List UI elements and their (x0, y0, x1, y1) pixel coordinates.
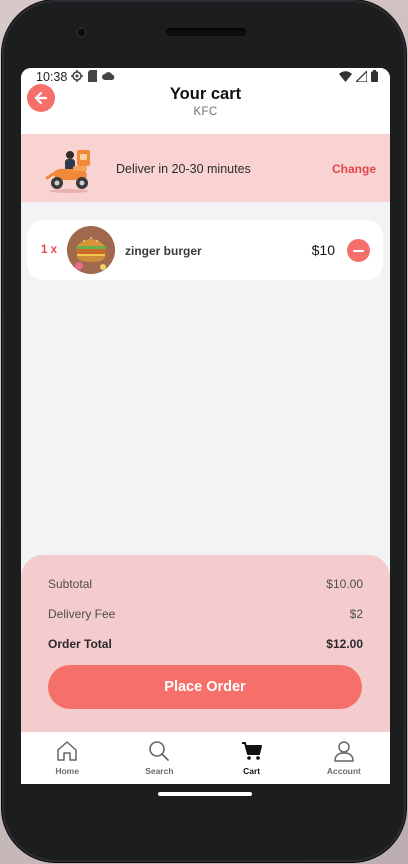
delivery-fee-label: Delivery Fee (48, 607, 116, 621)
change-delivery-link[interactable]: Change (332, 162, 376, 176)
status-icons-left (71, 70, 115, 82)
restaurant-name: KFC (193, 106, 218, 118)
status-bar: 10:38 (21, 68, 390, 84)
delivery-banner: Deliver in 20-30 minutes Change (21, 134, 390, 202)
account-icon (334, 741, 354, 762)
nav-item-home[interactable]: Home (21, 732, 113, 784)
nav-label-search: Search (145, 766, 174, 776)
home-icon (57, 741, 77, 761)
bottom-nav: Home Search Cart Account (21, 732, 390, 784)
delivery-time-text: Deliver in 20-30 minutes (116, 162, 251, 176)
cart-icon (241, 742, 262, 760)
status-time: 10:38 (36, 70, 68, 84)
item-quantity: 1 x (41, 244, 57, 256)
order-total-value: $12.00 (326, 637, 363, 651)
cloud-icon (102, 72, 115, 80)
nav-label-account: Account (326, 766, 361, 776)
subtotal-row: Subtotal $10.00 (48, 577, 363, 591)
item-price: $10 (311, 242, 335, 258)
place-order-button[interactable]: Place Order (48, 665, 362, 709)
earpiece-speaker (166, 28, 246, 36)
remove-item-button[interactable] (347, 239, 370, 262)
cart-item: 1 x zinger burger $10 (27, 220, 383, 280)
app-screen: 10:38 Your cart KFC Deliver in 20-30 min… (21, 68, 390, 784)
nav-label-cart: Cart (243, 766, 261, 776)
nav-item-search[interactable]: Search (113, 732, 205, 784)
search-icon (149, 741, 170, 761)
minus-icon (353, 249, 364, 252)
burger-image (67, 226, 115, 274)
item-name: zinger burger (125, 244, 202, 258)
delivery-fee-row: Delivery Fee $2 (48, 607, 363, 621)
subtotal-value: $10.00 (326, 577, 363, 591)
burger-photo (67, 226, 115, 274)
battery-icon (371, 70, 378, 82)
cart-header: Your cart KFC (21, 84, 390, 134)
page-title: Your cart (169, 85, 242, 103)
nav-item-account[interactable]: Account (298, 732, 390, 784)
order-summary: Subtotal $10.00 Delivery Fee $2 Order To… (21, 555, 390, 740)
front-camera (76, 27, 87, 38)
settings-icon (71, 70, 83, 82)
gesture-home-bar[interactable] (158, 792, 252, 796)
order-total-label: Order Total (48, 637, 112, 651)
delivery-fee-value: $2 (349, 607, 363, 621)
status-icons-right (339, 70, 378, 82)
delivery-scooter-illustration (45, 150, 90, 193)
phone-frame: 10:38 Your cart KFC Deliver in 20-30 min… (2, 0, 406, 862)
nav-label-home: Home (55, 766, 79, 776)
subtotal-label: Subtotal (48, 577, 93, 591)
order-total-row: Order Total $12.00 (48, 637, 363, 651)
wifi-icon (339, 70, 352, 82)
cell-signal-icon (356, 70, 367, 82)
nav-item-cart[interactable]: Cart (206, 732, 298, 784)
sim-card-icon (88, 70, 97, 82)
